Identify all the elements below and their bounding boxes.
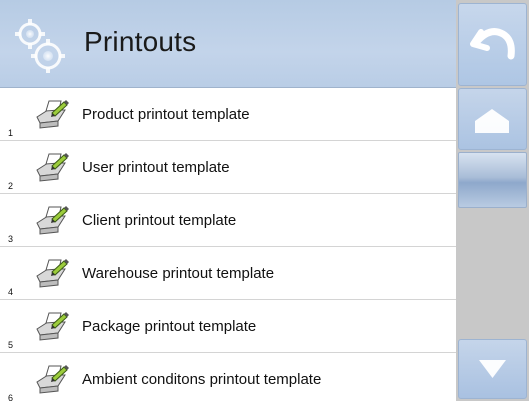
list-item-number: 1 xyxy=(8,128,14,138)
list-item[interactable]: 5 Package printout template xyxy=(0,300,456,353)
arrow-down-icon xyxy=(479,360,506,378)
list-item-number: 2 xyxy=(8,181,14,191)
list-item-label: Package printout template xyxy=(82,318,257,335)
page-title: Printouts xyxy=(84,26,197,57)
undo-arrow-icon xyxy=(470,28,515,60)
list-item-label: Warehouse printout template xyxy=(82,265,275,282)
list-item-label: Ambient conditons printout template xyxy=(82,371,322,388)
back-button[interactable] xyxy=(458,3,527,86)
list-item-label: User printout template xyxy=(82,159,230,176)
list-item[interactable]: 1 Product printout template xyxy=(0,88,456,141)
list-item-number: 4 xyxy=(8,287,14,297)
printer-pencil-icon xyxy=(34,311,72,341)
list-item[interactable]: 3 Client printout template xyxy=(0,194,456,247)
list-item-label: Client printout template xyxy=(82,212,237,229)
printer-pencil-icon xyxy=(34,364,72,394)
list-item[interactable]: 4 Warehouse printout template xyxy=(0,247,456,300)
printouts-screen: Printouts 1 Product printout template 2 Use… xyxy=(0,0,529,401)
side-panel xyxy=(456,0,529,401)
printer-pencil-icon xyxy=(34,152,72,182)
gears-icon xyxy=(10,16,68,74)
list-item[interactable]: 6 Ambient conditons printout template xyxy=(0,353,456,401)
printer-pencil-icon xyxy=(34,99,72,129)
list-item[interactable]: 2 User printout template xyxy=(0,141,456,194)
list-item-number: 6 xyxy=(8,393,14,401)
printer-pencil-icon xyxy=(34,258,72,288)
list-item-number: 3 xyxy=(8,234,14,244)
home-button[interactable] xyxy=(458,88,527,150)
list-item-label: Product printout template xyxy=(82,106,250,123)
header-bar: Printouts xyxy=(0,0,456,88)
home-icon xyxy=(475,109,509,133)
list-item-number: 5 xyxy=(8,340,14,350)
scroll-thumb[interactable] xyxy=(458,152,527,208)
scroll-down-button[interactable] xyxy=(458,339,527,399)
printout-list: 1 Product printout template 2 User printout… xyxy=(0,88,456,401)
printer-pencil-icon xyxy=(34,205,72,235)
